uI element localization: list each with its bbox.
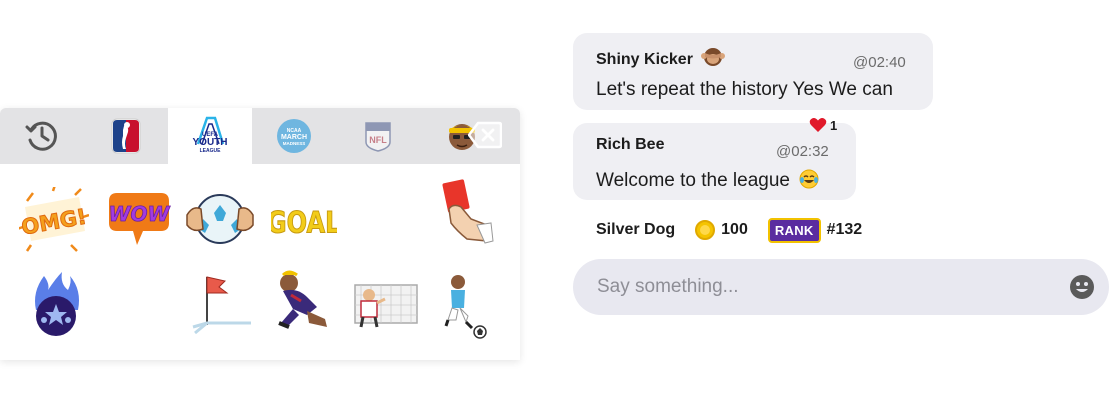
soccer-ball-hands-sticker[interactable] <box>184 184 256 256</box>
tab-uefa-youth-league[interactable]: UEFA YOUTH LEAGUE <box>168 108 252 164</box>
message-input[interactable] <box>597 259 1057 315</box>
nfl-logo-icon: NFL <box>365 122 391 152</box>
chat-message-2: Rich Bee @02:32 Welcome to the league <box>573 123 856 200</box>
nba-logo-icon <box>111 118 141 154</box>
corner-flag-art <box>192 276 251 335</box>
message-text: Let's repeat the history Yes We can <box>596 79 893 100</box>
tab-nfl[interactable]: NFL <box>336 108 420 164</box>
corner-flag-sticker[interactable] <box>184 266 256 338</box>
rank-badge: RANK <box>767 217 821 243</box>
reaction-count: 1 <box>830 117 838 133</box>
uefa-youth-league-logo: UEFA YOUTH LEAGUE <box>193 116 228 154</box>
wow-sticker-text: WOW <box>108 202 170 226</box>
message-composer <box>573 259 1109 315</box>
tab-recent[interactable] <box>0 108 84 164</box>
message-author[interactable]: Shiny Kicker <box>596 47 726 69</box>
backspace-icon[interactable] <box>468 121 502 149</box>
sticker-picker: UEFA YOUTH LEAGUE NCAA MARCH MADNESS NFL <box>0 108 520 360</box>
flaming-ball-art <box>35 272 79 336</box>
message-text: Welcome to the league <box>596 170 790 191</box>
coin-icon <box>695 220 716 240</box>
uefa-logo-line-3: LEAGUE <box>200 148 222 154</box>
omg-sticker-art: OMG! <box>19 187 89 252</box>
wow-sticker-art: WOW <box>108 193 171 245</box>
sticker-grid: OMG! WOW OA <box>0 164 520 360</box>
message-reaction[interactable]: 1 <box>809 117 837 133</box>
heart-icon <box>809 118 827 132</box>
goalkeeper-net-art <box>354 284 418 328</box>
tab-ncaa[interactable]: NCAA MARCH MADNESS <box>252 108 336 164</box>
ncaa-logo-line-3: MADNESS <box>283 141 306 146</box>
smiley-icon[interactable] <box>1069 274 1095 300</box>
coin-count: 100 <box>721 221 748 238</box>
chat-message-1: Shiny Kicker @02:40 Let's repeat the his… <box>573 33 933 110</box>
goal-sticker-art: GOAL <box>271 206 337 240</box>
goal-sticker[interactable]: GOAL <box>268 184 340 256</box>
message-text-wrap: Welcome to the league <box>596 169 819 192</box>
player-slide-art <box>278 270 327 329</box>
wow-sticker[interactable]: WOW <box>102 184 174 256</box>
message-author[interactable]: Rich Bee <box>596 136 664 154</box>
rank-value: #132 <box>826 221 863 238</box>
player-kick-sticker[interactable] <box>428 268 500 340</box>
current-user-info: Silver Dog 100 RANK #132 <box>596 217 863 243</box>
clock-icon <box>25 121 57 151</box>
author-name: Shiny Kicker <box>596 51 693 68</box>
player-slide-sticker[interactable] <box>266 266 338 338</box>
nfl-logo-text: NFL <box>369 135 387 145</box>
tab-nba[interactable] <box>84 108 168 164</box>
red-card-art <box>442 179 494 244</box>
ncaa-march-madness-logo: NCAA MARCH MADNESS <box>277 119 311 153</box>
see-no-evil-monkey-icon <box>701 48 726 66</box>
goalkeeper-net-sticker[interactable] <box>350 266 422 338</box>
laughing-tears-emoji-icon <box>799 169 819 189</box>
flaming-ball-sticker[interactable] <box>20 270 92 342</box>
ncaa-logo-line-2: MARCH <box>281 134 307 141</box>
uefa-logo-line-2: YOUTH <box>193 137 228 148</box>
current-user-name[interactable]: Silver Dog <box>596 221 675 239</box>
sticker-tabbar: UEFA YOUTH LEAGUE NCAA MARCH MADNESS NFL <box>0 108 520 164</box>
message-timestamp: @02:32 <box>776 143 829 160</box>
message-timestamp: @02:40 <box>853 54 906 71</box>
omg-sticker[interactable]: OMG! <box>18 184 90 256</box>
goal-sticker-text: GOAL <box>271 206 337 240</box>
red-card-sticker[interactable] <box>428 178 500 250</box>
player-kick-art <box>444 275 487 339</box>
chat-screen: UEFA YOUTH LEAGUE NCAA MARCH MADNESS NFL <box>0 0 1120 400</box>
soccer-ball-hands-art <box>186 194 254 244</box>
